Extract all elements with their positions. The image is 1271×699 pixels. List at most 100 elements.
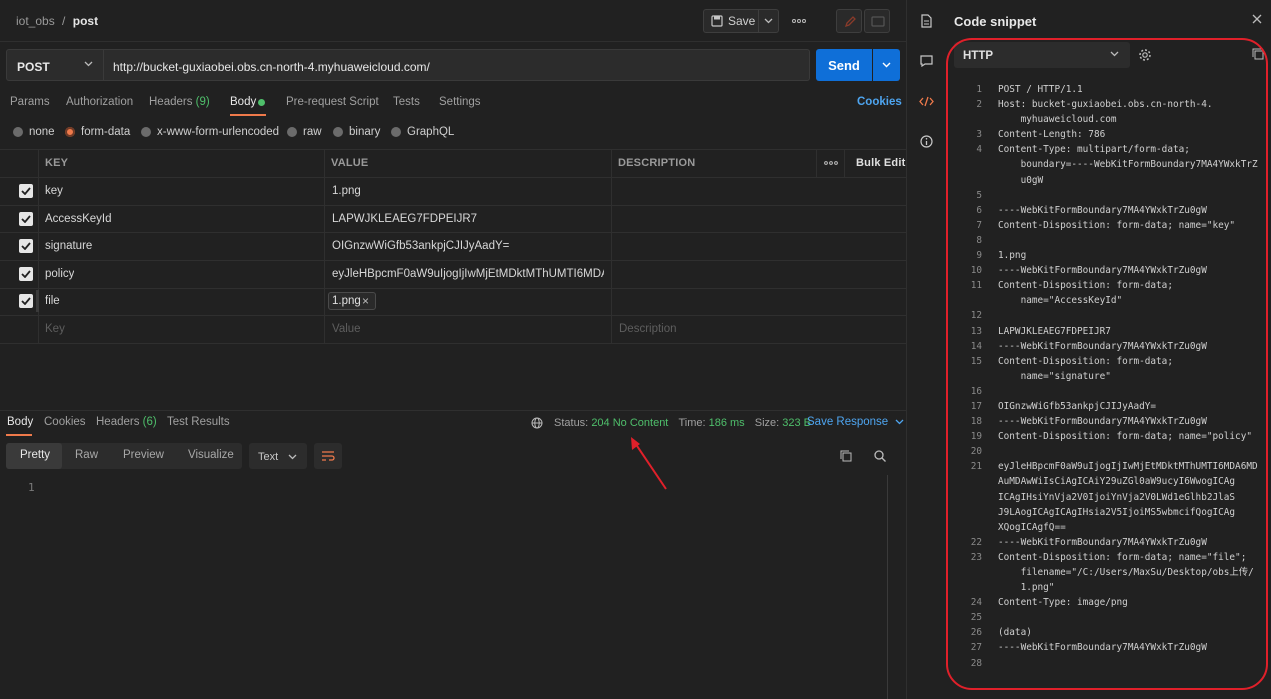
description-placeholder[interactable]: Description [619, 323, 677, 335]
code-line-text: AuMDAwWiIsCiAgICAiY29uZGl0aW9ucyI6WwogIC… [998, 476, 1236, 488]
pane-divider[interactable] [0, 410, 906, 411]
chevron-down-icon [1110, 51, 1119, 57]
radio-binary[interactable]: binary [333, 126, 380, 138]
tab-params[interactable]: Params [10, 96, 50, 108]
response-type-select[interactable]: Text [249, 443, 307, 469]
more-icon[interactable] [792, 19, 806, 23]
row-checkbox[interactable] [19, 184, 33, 198]
active-tab-indicator [6, 434, 32, 436]
edit-button[interactable] [836, 9, 862, 33]
response-tab-test-results[interactable]: Test Results [167, 416, 230, 428]
row-checkbox[interactable] [19, 212, 33, 226]
table-cell-key[interactable]: policy [45, 268, 74, 280]
format-preview[interactable]: Preview [123, 449, 164, 461]
radio-form-data[interactable]: form-data [65, 126, 130, 138]
comment-button[interactable] [864, 9, 890, 33]
code-snippet-editor[interactable]: 1 POST / HTTP/1.1 2 Host: bucket-guxiaobei.… [960, 82, 1260, 671]
code-line: 11 Content-Disposition: form-data; [960, 278, 1260, 293]
more-icon[interactable] [824, 161, 838, 165]
document-icon[interactable] [921, 14, 932, 28]
table-cell-key[interactable]: AccessKeyId [45, 213, 111, 225]
code-snippet-title: Code snippet [954, 14, 1037, 29]
url-input[interactable]: http://bucket-guxiaobei.obs.cn-north-4.m… [104, 49, 810, 81]
code-line-number: 21 [970, 461, 982, 473]
row-drag-handle[interactable] [36, 290, 39, 312]
code-line: 19 Content-Disposition: form-data; name="… [960, 429, 1260, 444]
table-cell-key[interactable]: key [45, 185, 63, 197]
tab-tests[interactable]: Tests [393, 96, 420, 108]
close-icon[interactable] [1252, 14, 1262, 24]
row-checkbox[interactable] [19, 294, 33, 308]
copy-icon[interactable] [840, 450, 852, 462]
send-button[interactable]: Send [816, 49, 872, 81]
tab-headers[interactable]: Headers (9) [149, 96, 210, 108]
status-value[interactable]: 204 No Content [591, 417, 668, 429]
breadcrumb-request[interactable]: post [73, 14, 98, 28]
tab-headers-count: (9) [195, 96, 210, 108]
tab-body[interactable]: Body [230, 96, 256, 108]
radio-label: GraphQL [407, 126, 455, 138]
format-raw[interactable]: Raw [75, 449, 98, 461]
code-line: 1.png" [960, 580, 1260, 595]
table-border [0, 149, 906, 150]
search-icon[interactable] [874, 450, 886, 462]
code-line-text: ----WebKitFormBoundary7MA4YWxkTrZu0gW [998, 340, 1207, 352]
send-dropdown-button[interactable] [873, 49, 900, 81]
bulk-edit-button[interactable]: Bulk Edit [856, 157, 905, 169]
row-checkbox[interactable] [19, 239, 33, 253]
code-line: 7 Content-Disposition: form-data; name="k… [960, 218, 1260, 233]
save-dropdown-button[interactable] [758, 10, 778, 32]
tab-prerequest[interactable]: Pre-request Script [286, 96, 379, 108]
value-placeholder[interactable]: Value [332, 323, 361, 335]
response-tab-headers[interactable]: Headers (6) [96, 416, 157, 428]
code-line-text: XQogICAgfQ== [998, 521, 1066, 533]
file-chip-label: 1.png [332, 295, 361, 307]
code-line: 15 Content-Disposition: form-data; [960, 354, 1260, 369]
code-line-number: 2 [976, 99, 982, 111]
radio-none[interactable]: none [13, 126, 55, 138]
time-label: Time: [678, 417, 706, 429]
close-icon[interactable]: × [362, 294, 369, 308]
chevron-down-icon [84, 61, 93, 67]
tab-settings[interactable]: Settings [439, 96, 481, 108]
radio-x-www-form-urlencoded[interactable]: x-www-form-urlencoded [141, 126, 279, 138]
cookies-link[interactable]: Cookies [857, 96, 902, 108]
scrollbar[interactable] [887, 475, 888, 699]
table-cell-value[interactable]: OIGnzwWiGfb53ankpjCJIJyAadY= [332, 240, 509, 252]
breadcrumb-collection[interactable]: iot_obs [16, 14, 55, 28]
method-label: POST [17, 60, 50, 74]
response-tab-cookies[interactable]: Cookies [44, 416, 86, 428]
table-cell-value[interactable]: eyJleHBpcmF0aW9uIjogIjIwMjEtMDktMThUMTI6… [332, 268, 604, 280]
format-pretty[interactable]: Pretty [20, 449, 50, 461]
table-cell-key[interactable]: signature [45, 240, 92, 252]
breadcrumb: iot_obs / post [16, 14, 98, 28]
table-border [611, 149, 612, 344]
code-line: 25 [960, 610, 1260, 625]
radio-graphql[interactable]: GraphQL [391, 126, 454, 138]
wrap-button[interactable] [314, 443, 342, 469]
gear-icon[interactable] [1138, 48, 1152, 62]
save-response-button[interactable]: Save Response [807, 416, 904, 428]
copy-icon[interactable] [1252, 48, 1264, 60]
info-icon[interactable] [920, 135, 933, 148]
globe-icon[interactable] [531, 417, 543, 429]
code-line-text: myhuaweicloud.com [998, 114, 1117, 126]
format-visualize[interactable]: Visualize [188, 449, 234, 461]
time-value[interactable]: 186 ms [709, 417, 745, 429]
table-cell-value[interactable]: LAPWJKLEAEG7FDPEIJR7 [332, 213, 477, 225]
response-tab-body[interactable]: Body [7, 416, 33, 428]
tab-authorization[interactable]: Authorization [66, 96, 133, 108]
language-select[interactable]: HTTP [954, 42, 1130, 68]
code-icon[interactable] [919, 96, 934, 107]
table-cell-key[interactable]: file [45, 295, 60, 307]
key-placeholder[interactable]: Key [45, 323, 65, 335]
code-line-number [960, 474, 982, 489]
radio-raw[interactable]: raw [287, 126, 322, 138]
row-checkbox[interactable] [19, 267, 33, 281]
annotation-arrow [631, 437, 667, 490]
method-select[interactable]: POST [6, 49, 104, 81]
table-cell-value[interactable]: 1.png [332, 185, 361, 197]
code-line-number: 13 [970, 325, 982, 337]
comment-icon[interactable] [920, 55, 933, 67]
code-line-text: Content-Disposition: form-data; [998, 280, 1173, 292]
